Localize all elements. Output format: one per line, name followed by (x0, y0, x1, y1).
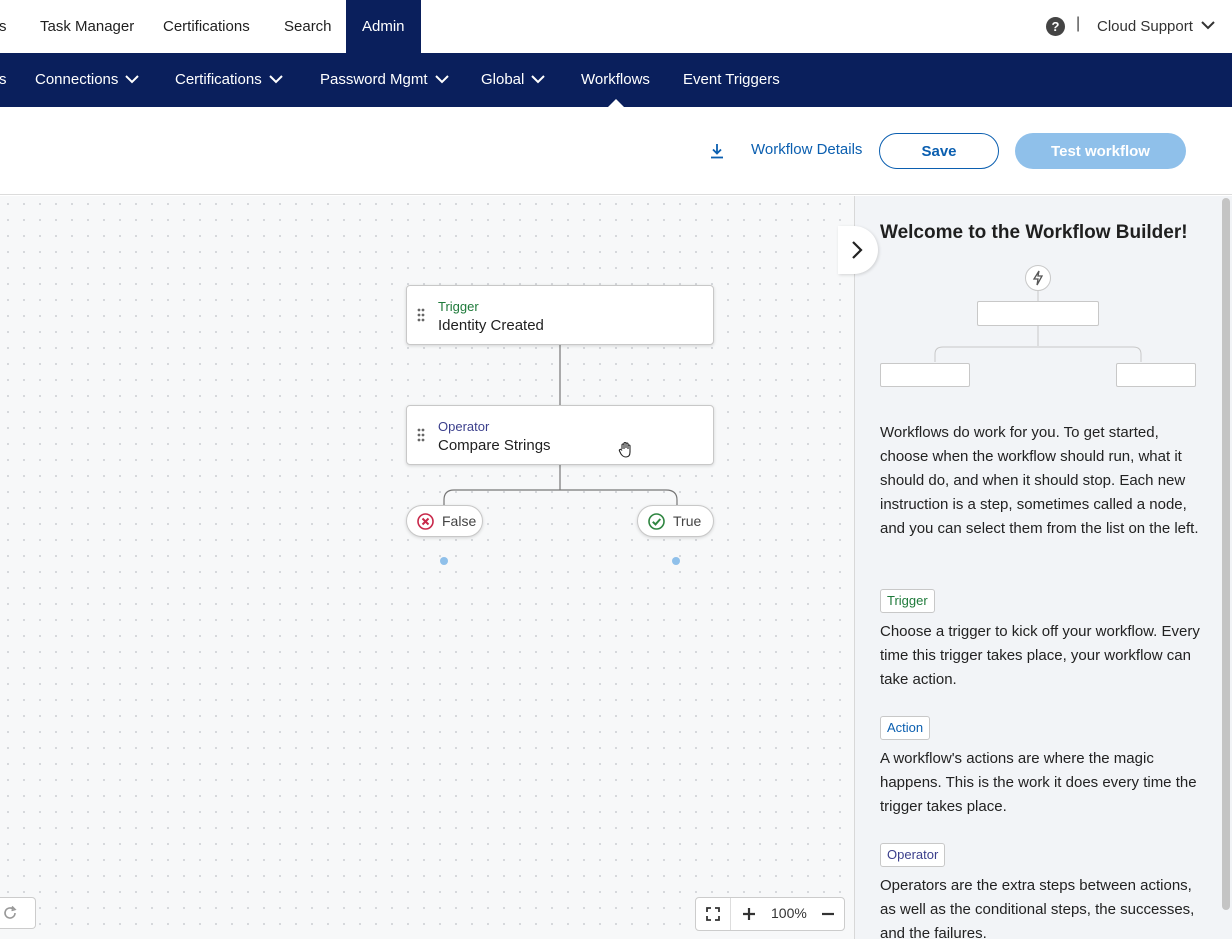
trigger-description: Choose a trigger to kick off your workfl… (880, 623, 1200, 688)
operator-description: Operators are the extra steps between ac… (880, 877, 1195, 939)
node-kind-label: Operator (438, 419, 490, 434)
node-title: Compare Strings (438, 437, 551, 454)
zoom-in-button[interactable] (732, 898, 766, 930)
true-branch-connector-handle[interactable] (672, 557, 680, 565)
trigger-node[interactable]: Trigger Identity Created (406, 285, 714, 345)
panel-scrollbar[interactable] (1222, 198, 1230, 910)
connector-lines (443, 345, 678, 506)
redo-icon (4, 905, 17, 919)
save-button[interactable]: Save (879, 133, 999, 169)
minus-icon (822, 912, 834, 916)
action-tag: Action (880, 716, 931, 740)
illustration-node (977, 301, 1099, 326)
false-branch-connector-handle[interactable] (440, 557, 448, 565)
operator-tag: Operator (880, 843, 946, 867)
lightning-icon (1025, 265, 1051, 291)
chevron-right-icon (852, 241, 863, 259)
hand-cursor-icon (618, 441, 631, 458)
x-circle-icon (417, 513, 434, 530)
nav-separator: | (1076, 15, 1081, 32)
user-menu[interactable]: Cloud Support (1097, 0, 1193, 53)
illustration-node (880, 363, 970, 387)
drag-handle-icon[interactable] (417, 428, 425, 442)
node-kind-label: Trigger (438, 299, 479, 314)
illustration-node (1116, 363, 1196, 387)
zoom-level: 100% (771, 905, 807, 921)
operator-node[interactable]: Operator Compare Strings (406, 405, 714, 465)
fit-to-screen-button[interactable] (696, 898, 731, 930)
node-title: Identity Created (438, 317, 544, 334)
zoom-out-button[interactable] (812, 898, 846, 930)
drag-handle-icon[interactable] (417, 308, 425, 322)
chevron-down-icon[interactable] (1200, 19, 1216, 31)
welcome-panel: Welcome to the Workflow Builder! Workflo… (854, 196, 1232, 939)
test-workflow-button[interactable]: Test workflow (1015, 133, 1186, 169)
action-description: A workflow's actions are where the magic… (880, 750, 1197, 815)
redo-button[interactable] (0, 897, 36, 929)
branch-label: True (673, 513, 702, 529)
trigger-tag: Trigger (880, 589, 935, 613)
false-branch[interactable]: False (406, 505, 483, 537)
zoom-controls: 100% (695, 897, 845, 931)
check-circle-icon (648, 513, 665, 530)
help-icon[interactable]: ? (1046, 17, 1065, 36)
plus-icon (743, 908, 755, 920)
branch-label: False (442, 513, 477, 529)
fullscreen-icon (706, 907, 720, 921)
true-branch[interactable]: True (637, 505, 714, 537)
panel-intro-text: Workflows do work for you. To get starte… (880, 424, 1199, 537)
